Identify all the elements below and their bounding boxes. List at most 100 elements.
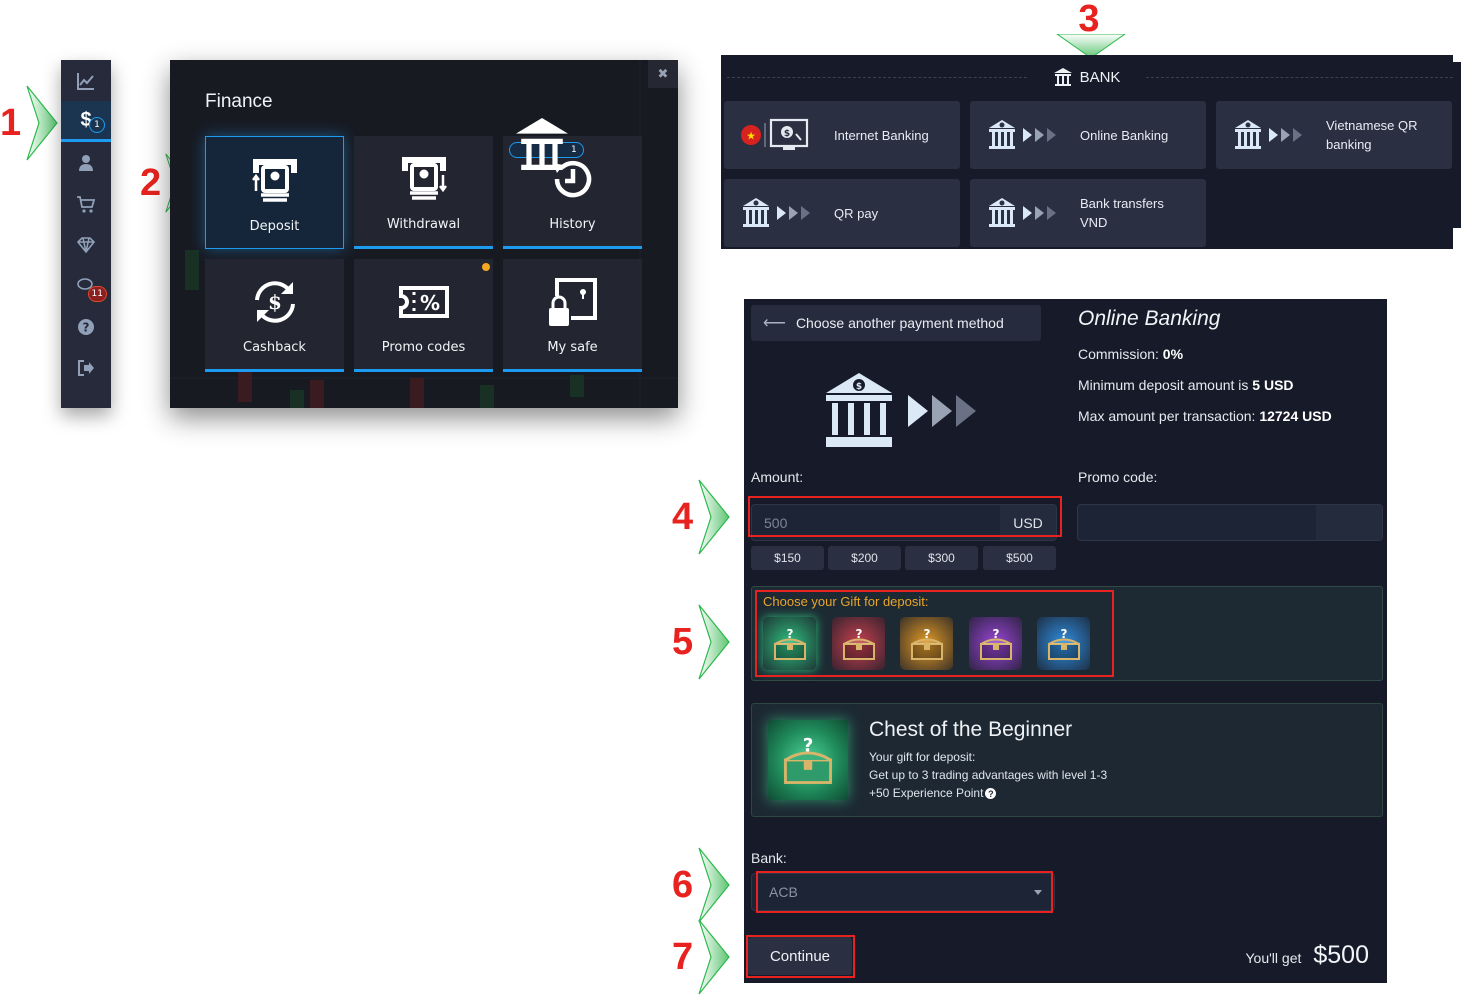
my-safe-tile[interactable]: My safe (503, 259, 642, 372)
min-label: Minimum deposit amount is (1078, 377, 1249, 393)
withdrawal-tile[interactable]: Withdrawal (354, 136, 493, 249)
step-number: 2 (140, 162, 162, 204)
promo-code-input[interactable] (1078, 505, 1316, 540)
promo-codes-tile[interactable]: % Promo codes (354, 259, 493, 372)
commission-value: 0% (1162, 346, 1184, 362)
bank-icon (1053, 68, 1072, 86)
bank-label: Bank: (751, 850, 787, 866)
method-online-banking[interactable]: Online Banking (970, 101, 1206, 169)
withdrawal-icon (401, 157, 447, 200)
max-label: Max amount per transaction: (1078, 408, 1256, 424)
user-icon (79, 154, 93, 171)
history-tile[interactable]: 1 History (503, 118, 642, 249)
gift-chest-blue[interactable]: ? (1037, 617, 1090, 670)
svg-text:★: ★ (746, 130, 756, 143)
sidebar-item-chat[interactable]: 11 (61, 265, 111, 306)
method-qr-pay[interactable]: QR pay (724, 179, 960, 247)
method-label: Internet Banking (834, 127, 929, 143)
tile-label: Cashback (243, 340, 306, 355)
finance-title: Finance (205, 91, 273, 112)
bank-select-value: ACB (769, 884, 798, 900)
finance-panel: Finance ✖ Deposit Withdrawal 1 History $… (170, 60, 678, 408)
notification-dot (482, 263, 490, 271)
method-internet-banking[interactable]: ★ $ Internet Banking (724, 101, 960, 169)
gift-chest-orange[interactable]: ? (900, 617, 953, 670)
quick-amount-button[interactable]: $150 (751, 546, 824, 570)
svg-text:?: ? (786, 627, 793, 641)
amount-input[interactable] (752, 505, 1000, 540)
question-circle-icon[interactable]: ? (985, 788, 997, 800)
chat-badge: 11 (87, 286, 107, 302)
step-marker-3: 3 (1076, 0, 1102, 38)
selected-gift-details: ? Chest of the Beginner Your gift for de… (751, 703, 1383, 817)
bank-select[interactable]: ACB (751, 873, 1055, 911)
commission-label: Commission: (1078, 346, 1159, 362)
bank-arrows-icon (1235, 120, 1302, 149)
promo-apply-area[interactable] (1316, 505, 1382, 540)
close-button[interactable]: ✖ (648, 60, 678, 88)
svg-text:?: ? (83, 320, 90, 334)
arrow-left-icon: ⟵ (763, 315, 786, 332)
bank-section-title: BANK (1079, 68, 1121, 86)
arrow-right-icon (693, 918, 731, 996)
method-bank-transfers-vnd[interactable]: Bank transfers VND (970, 179, 1206, 247)
max-amount-info: Max amount per transaction: 12724 USD (1078, 408, 1332, 424)
bank-methods-panel: BANK ★ $ Internet Banking Online Banking … (721, 55, 1453, 249)
quick-amount-button[interactable]: $300 (905, 546, 978, 570)
sidebar-item-trading[interactable] (61, 60, 111, 101)
finance-badge: 1 (89, 117, 105, 133)
tile-label: Deposit (249, 219, 300, 234)
treasure-chest-icon: ? (784, 736, 832, 784)
bank-arrows-icon (989, 198, 1056, 227)
sidebar-item-logout[interactable] (61, 347, 111, 388)
gift-title: Choose your Gift for deposit: (763, 594, 929, 609)
min-value: 5 USD (1252, 377, 1294, 393)
online-banking-icon: $ (826, 373, 976, 447)
step-marker-7: 7 (672, 918, 731, 996)
method-label: Vietnamese QR banking (1326, 118, 1418, 152)
cart-icon (77, 195, 96, 213)
step-number: 5 (672, 621, 694, 663)
deposit-tile[interactable]: Deposit (205, 136, 344, 249)
currency-label: USD (1000, 505, 1056, 540)
history-badge: 1 (509, 118, 584, 170)
tile-label: Withdrawal (386, 217, 461, 232)
sidebar-item-help[interactable]: ? (61, 306, 111, 347)
method-label: QR pay (834, 205, 879, 221)
sidebar-item-market[interactable] (61, 183, 111, 224)
chest-line: Your gift for deposit: (869, 750, 976, 764)
gift-chest-red[interactable]: ? (832, 617, 885, 670)
chevron-down-icon (1034, 890, 1042, 895)
bank-arrows-icon (989, 120, 1056, 149)
svg-text:$: $ (784, 129, 790, 139)
continue-button[interactable]: Continue (748, 937, 852, 975)
svg-text:?: ? (855, 627, 862, 641)
quick-amount-button[interactable]: $500 (983, 546, 1056, 570)
cashback-tile[interactable]: $ Cashback (205, 259, 344, 372)
step-marker-4: 4 (672, 478, 731, 556)
svg-text:?: ? (803, 736, 814, 757)
badge-count: 1 (571, 145, 577, 155)
quick-amount-button[interactable]: $200 (828, 546, 901, 570)
chest-name: Chest of the Beginner (869, 718, 1073, 741)
step-number: 4 (672, 496, 694, 538)
choose-another-method-button[interactable]: ⟵ Choose another payment method (751, 305, 1041, 341)
gift-chest-green[interactable]: ? (763, 617, 816, 670)
sidebar-item-profile[interactable] (61, 142, 111, 183)
promo-label: Promo code: (1078, 469, 1158, 485)
safe-icon (548, 278, 597, 326)
sidebar-item-finance[interactable]: $ 1 (61, 101, 111, 142)
bank-icon (516, 118, 568, 170)
chest-line: +50 Experience Point (869, 786, 984, 800)
step-marker-5: 5 (672, 603, 731, 681)
treasure-chest-icon: ? (842, 627, 875, 660)
gift-chest-purple[interactable]: ? (969, 617, 1022, 670)
svg-text:?: ? (1060, 627, 1067, 641)
cashback-icon: $ (254, 281, 295, 323)
sidebar-item-achievements[interactable] (61, 224, 111, 265)
min-deposit-info: Minimum deposit amount is 5 USD (1078, 377, 1294, 393)
svg-text:?: ? (923, 627, 930, 641)
method-vietnamese-qr-banking[interactable]: Vietnamese QR banking (1216, 101, 1452, 169)
amount-label: Amount: (751, 469, 804, 485)
method-label: Online Banking (1080, 127, 1169, 143)
